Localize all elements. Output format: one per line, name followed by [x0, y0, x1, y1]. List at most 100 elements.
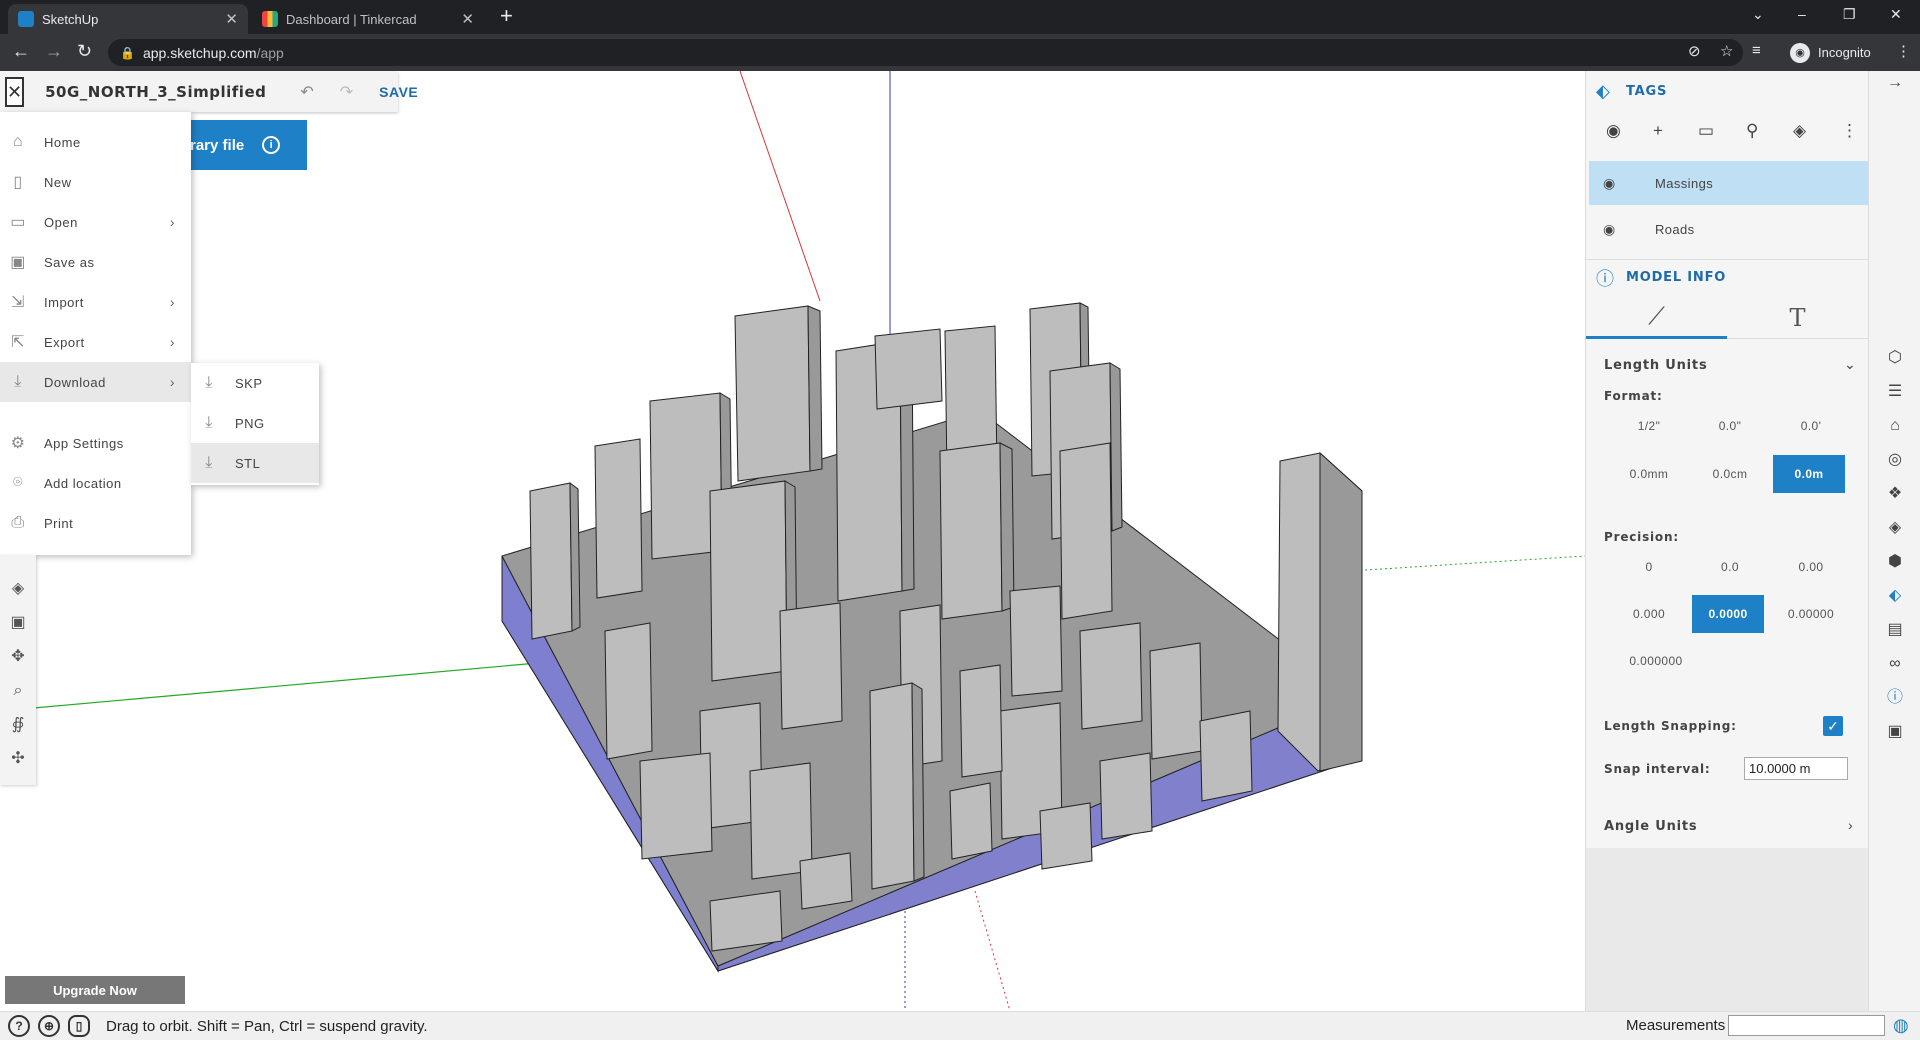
push-pull-icon[interactable]: ▣ [6, 611, 30, 635]
close-tab-icon[interactable]: ✕ [461, 10, 474, 28]
incognito-badge[interactable]: ◉ Incognito [1790, 39, 1871, 66]
reload-icon[interactable]: ↻ [77, 41, 92, 62]
menu-item-download[interactable]: ⤓ Download › [0, 362, 191, 402]
precision-option[interactable]: 0 [1613, 548, 1685, 586]
3d-viewport[interactable] [0, 71, 1585, 1011]
eye-icon[interactable]: ◉ [1603, 175, 1623, 192]
outliner-icon[interactable]: ☰ [1883, 380, 1907, 404]
color-by-tag-icon[interactable]: ◈ [1793, 121, 1806, 141]
tag-row-roads[interactable]: ◉ Roads [1589, 207, 1869, 251]
precision-label: Precision: [1604, 530, 1679, 544]
format-option-selected[interactable]: 0.0m [1773, 455, 1845, 493]
eye-icon[interactable]: ◉ [1603, 221, 1623, 238]
download-stl[interactable]: ⤓ STL [191, 443, 319, 483]
tab-tinkercad[interactable]: Dashboard | Tinkercad ✕ [252, 4, 484, 34]
orbit-icon[interactable]: ✣ [6, 747, 30, 771]
maximize-icon[interactable]: ❐ [1843, 6, 1856, 23]
format-option[interactable]: 1/2" [1613, 407, 1685, 445]
gear-icon: ⚙ [10, 435, 26, 452]
download-png[interactable]: ⤓ PNG [191, 403, 319, 443]
display-icon[interactable]: ∞ [1883, 652, 1907, 676]
menu-item-new[interactable]: ▯ New [0, 162, 191, 202]
model-info-panel-icon[interactable]: ⓘ [1883, 686, 1907, 710]
extensions-icon[interactable]: ▣ [1883, 720, 1907, 744]
paint-bucket-icon[interactable]: ◈ [6, 577, 30, 601]
window-close-icon[interactable]: ✕ [1890, 6, 1902, 23]
save-button[interactable]: SAVE [379, 84, 418, 100]
entity-info-icon[interactable]: ⬡ [1883, 346, 1907, 370]
precision-option[interactable]: 0.000 [1613, 595, 1685, 633]
upgrade-button[interactable]: Upgrade Now [5, 976, 185, 1004]
new-tab-icon[interactable]: + [500, 5, 513, 27]
precision-option-selected[interactable]: 0.0000 [1692, 595, 1764, 633]
browser-tab-bar: SketchUp ✕ Dashboard | Tinkercad ✕ + ⌄ –… [0, 0, 1920, 34]
ruler-icon: ⟋ [1648, 302, 1665, 330]
menu-item-export[interactable]: ⇱ Export › [0, 322, 191, 362]
redo-icon[interactable]: ↷ [340, 82, 353, 102]
snap-interval-input[interactable]: 10.0000 m [1744, 757, 1848, 780]
precision-option[interactable]: 0.0 [1694, 548, 1766, 586]
chrome-menu-icon[interactable]: ⋮ [1896, 42, 1911, 60]
help-icon[interactable]: ? [8, 1015, 30, 1037]
menu-item-save-as[interactable]: ▣ Save as [0, 242, 191, 282]
download-skp[interactable]: ⤓ SKP [191, 363, 319, 403]
tag-tool-icon[interactable]: ⚲ [1746, 121, 1758, 141]
media-queue-icon[interactable]: ≡ [1752, 42, 1761, 59]
mouse-icon[interactable]: ▯ [68, 1015, 90, 1037]
sketchup-logo-icon: ◍ [1893, 1015, 1909, 1035]
measurements-input[interactable] [1728, 1015, 1885, 1036]
scenes-icon[interactable]: ▤ [1883, 618, 1907, 642]
library-file-label: rary file [190, 136, 245, 154]
bookmark-star-icon[interactable]: ☆ [1720, 42, 1733, 60]
format-option[interactable]: 0.0mm [1613, 455, 1685, 493]
address-bar[interactable]: 🔒 app.sketchup.com /app [108, 39, 1743, 66]
solid-tools-icon[interactable]: ⬢ [1883, 550, 1907, 574]
tab-units[interactable]: ⟋ [1586, 297, 1727, 339]
menu-item-app-settings[interactable]: ⚙ App Settings [0, 423, 191, 463]
menu-item-import[interactable]: ⇲ Import › [0, 282, 191, 322]
back-icon[interactable]: ← [12, 41, 30, 62]
minimize-icon[interactable]: – [1798, 6, 1806, 22]
components-icon[interactable]: ❖ [1883, 482, 1907, 506]
incognito-label: Incognito [1818, 45, 1871, 60]
format-option[interactable]: 0.0cm [1694, 455, 1766, 493]
forward-icon[interactable]: → [45, 41, 63, 62]
tag-row-massings[interactable]: ◉ Massings [1589, 161, 1869, 205]
menu-item-print[interactable]: ⎙ Print [0, 503, 191, 543]
collapse-panel-icon[interactable]: → [1883, 71, 1907, 95]
close-menu-button[interactable]: ✕ [5, 77, 25, 107]
eye-off-icon[interactable]: ⊘ [1688, 42, 1701, 60]
menu-item-home[interactable]: ⌂ Home [0, 122, 191, 162]
precision-option[interactable]: 0.00 [1775, 548, 1847, 586]
close-tab-icon[interactable]: ✕ [225, 10, 238, 28]
more-options-icon[interactable]: ⋮ [1841, 121, 1858, 141]
scene-svg [0, 71, 1585, 1011]
chevron-right-icon[interactable]: › [1848, 817, 1853, 833]
tab-label: Dashboard | Tinkercad [286, 11, 417, 27]
menu-item-open[interactable]: ▭ Open › [0, 202, 191, 242]
menu-item-add-location[interactable]: ⌾ Add location [0, 463, 191, 503]
profile-dropdown-icon[interactable]: ⌄ [1752, 6, 1764, 23]
length-snapping-checkbox[interactable]: ✓ [1823, 716, 1843, 736]
instructor-icon[interactable]: ⌂ [1883, 414, 1907, 438]
walk-icon[interactable]: ∯ [6, 713, 30, 737]
tape-measure-icon[interactable]: ⌕ [6, 679, 30, 703]
add-folder-icon[interactable]: ▭ [1698, 121, 1714, 141]
chevron-down-icon[interactable]: ⌄ [1844, 356, 1856, 373]
eye-icon[interactable]: ◉ [1606, 121, 1621, 141]
tab-text[interactable]: T [1727, 297, 1868, 339]
info-icon[interactable]: i [262, 136, 281, 154]
precision-option[interactable]: 0.000000 [1613, 642, 1699, 680]
library-file-button[interactable]: rary file i [190, 120, 307, 170]
globe-icon[interactable]: ⊕ [38, 1015, 60, 1037]
tags-panel-icon[interactable]: ⬖ [1883, 584, 1907, 608]
styles-icon[interactable]: ◈ [1883, 516, 1907, 540]
move-icon[interactable]: ✥ [6, 645, 30, 669]
format-option[interactable]: 0.0' [1775, 407, 1847, 445]
precision-option[interactable]: 0.00000 [1775, 595, 1847, 633]
materials-icon[interactable]: ◎ [1883, 448, 1907, 472]
add-tag-icon[interactable]: + [1653, 121, 1663, 141]
undo-icon[interactable]: ↶ [300, 82, 313, 102]
format-option[interactable]: 0.0" [1694, 407, 1766, 445]
tab-sketchup[interactable]: SketchUp ✕ [8, 4, 248, 34]
